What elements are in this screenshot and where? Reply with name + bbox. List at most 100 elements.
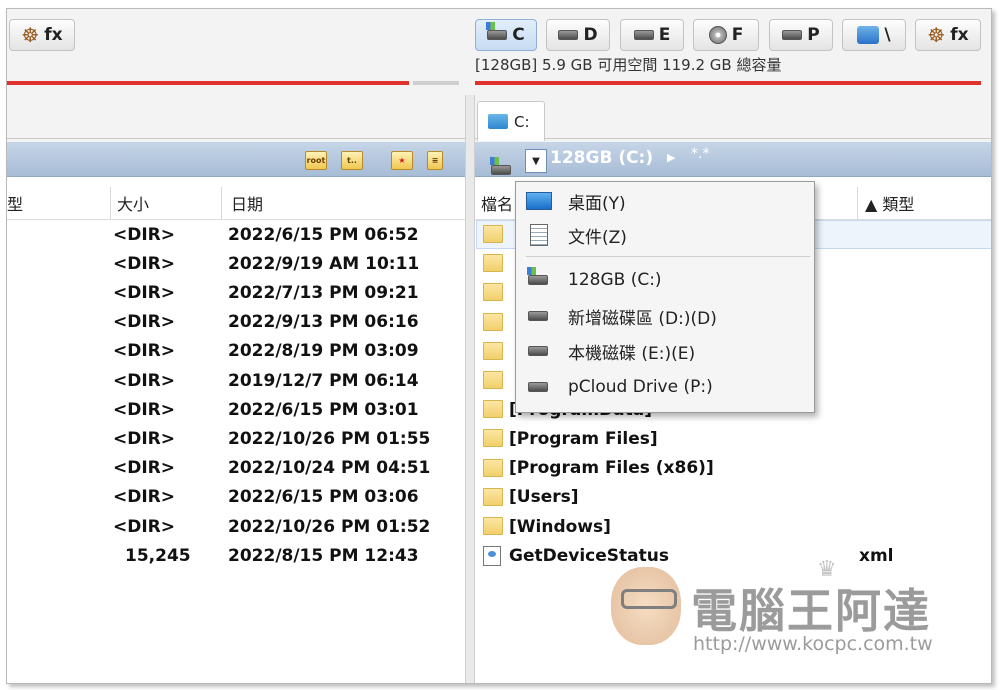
drive-icon	[558, 30, 579, 40]
current-path[interactable]: 128GB (C:)	[550, 148, 653, 168]
drive-dropdown-button[interactable]: ▼	[525, 149, 547, 173]
folder-icon	[483, 371, 503, 389]
tab-c-drive[interactable]: C:	[477, 101, 545, 141]
folder-icon	[483, 517, 503, 535]
menu-item-drive-d[interactable]: 新增磁碟區 (D:)(D)	[516, 300, 814, 332]
row-size: <DIR>	[113, 312, 176, 333]
drive-button-e[interactable]: E	[620, 19, 684, 51]
right-col-name[interactable]: 檔名	[481, 187, 513, 219]
table-row[interactable]: [Program Files (x86)]	[481, 454, 987, 483]
row-size: <DIR>	[113, 399, 176, 420]
table-row[interactable]: [Windows]	[481, 512, 987, 541]
panel-splitter[interactable]	[465, 95, 475, 683]
left-fx-button[interactable]: ☸ fx	[9, 19, 75, 51]
row-date: 2022/10/24 PM 04:51	[228, 458, 431, 479]
left-col-size[interactable]: 大小	[117, 187, 149, 219]
table-row[interactable]: [Program Files]	[481, 424, 987, 453]
watermark-title: 電腦王阿達	[691, 584, 931, 638]
drive-c-label: C	[512, 25, 525, 45]
table-row[interactable]: <DIR> 2022/9/19 AM 10:11	[7, 249, 465, 278]
drive-icon	[528, 311, 548, 321]
row-date: 2022/10/26 PM 01:55	[228, 428, 431, 449]
row-name: [Program Files (x86)]	[509, 458, 714, 479]
row-size: <DIR>	[113, 487, 176, 508]
left-fx-label: fx	[44, 25, 63, 45]
col-separator[interactable]	[221, 187, 222, 219]
row-date: 2022/6/15 PM 03:06	[228, 487, 419, 508]
left-col-date[interactable]: 日期	[231, 187, 263, 219]
root-icon[interactable]: root	[305, 151, 327, 170]
right-col-type[interactable]: ▲ 類型	[865, 187, 914, 219]
menu-item-desktop[interactable]: 桌面(Y)	[516, 185, 814, 217]
row-name: [Windows]	[509, 516, 611, 537]
row-date: 2022/10/26 PM 01:52	[228, 516, 431, 537]
drive-button-d[interactable]: D	[546, 19, 610, 51]
drive-icon	[528, 382, 548, 392]
folder-icon	[483, 487, 503, 506]
col-separator[interactable]	[110, 187, 111, 219]
left-col-type[interactable]: 型	[7, 187, 23, 219]
left-usage-bar	[7, 81, 409, 85]
table-row[interactable]: <DIR> 2022/9/13 PM 06:16	[7, 308, 465, 337]
table-row[interactable]: <DIR> 2019/12/7 PM 06:14	[7, 366, 465, 395]
wheel-icon: ☸	[21, 23, 40, 47]
row-date: 2022/7/13 PM 09:21	[228, 282, 419, 303]
table-row[interactable]: [Users]	[481, 483, 987, 512]
table-row[interactable]: <DIR> 2022/10/26 PM 01:55	[7, 424, 465, 453]
menu-item-label: 文件(Z)	[568, 227, 627, 248]
row-size: <DIR>	[113, 341, 176, 362]
right-tab-strip	[475, 95, 991, 139]
tab-c-label: C:	[514, 112, 530, 131]
right-usage-bar	[475, 81, 981, 85]
table-row[interactable]: <DIR> 2022/7/13 PM 09:21	[7, 278, 465, 307]
row-size: <DIR>	[113, 282, 176, 303]
folder-icon	[483, 283, 503, 302]
col-separator[interactable]	[857, 187, 858, 219]
table-row[interactable]: <DIR> 2022/6/15 PM 03:06	[7, 483, 465, 512]
menu-item-drive-p[interactable]: pCloud Drive (P:)	[516, 371, 814, 403]
row-type: xml	[859, 545, 894, 566]
xml-file-icon	[483, 546, 501, 567]
table-row[interactable]: 15,245 2022/8/15 PM 12:43	[7, 541, 465, 570]
row-date: 2022/8/15 PM 12:43	[228, 545, 419, 566]
row-size: <DIR>	[113, 370, 176, 391]
path-arrow-icon[interactable]: ▶	[667, 151, 675, 164]
menu-item-label: 本機磁碟 (E:)(E)	[568, 343, 696, 364]
folder-icon	[483, 429, 503, 448]
table-row[interactable]: <DIR> 2022/6/15 PM 06:52	[7, 220, 465, 249]
menu-item-documents[interactable]: 文件(Z)	[516, 219, 814, 251]
drive-icon	[782, 30, 803, 40]
drive-f-label: F	[731, 25, 744, 45]
row-size: <DIR>	[113, 458, 176, 479]
row-size: <DIR>	[113, 516, 176, 537]
table-row[interactable]: <DIR> 2022/10/24 PM 04:51	[7, 454, 465, 483]
watermark-mascot-icon	[611, 567, 681, 645]
drive-p-label: P	[807, 25, 820, 45]
table-row[interactable]: <DIR> 2022/8/19 PM 03:09	[7, 337, 465, 366]
menu-item-drive-c[interactable]: 128GB (C:)	[516, 264, 814, 296]
left-tab-strip	[7, 95, 465, 139]
folder-icon	[488, 114, 508, 129]
table-row[interactable]: <DIR> 2022/6/15 PM 03:01	[7, 395, 465, 424]
parent-filter[interactable]: *.*	[691, 146, 709, 162]
folder-icon	[483, 254, 503, 273]
right-fx-button[interactable]: ☸ fx	[915, 19, 981, 51]
drive-button-p[interactable]: P	[769, 19, 833, 51]
up-icon[interactable]: t..	[341, 151, 363, 170]
row-name: GetDeviceStatus	[509, 545, 669, 566]
row-date: 2022/8/19 PM 03:09	[228, 341, 419, 362]
desktop-icon	[526, 192, 552, 210]
menu-item-label: 128GB (C:)	[568, 270, 662, 290]
watermark-url: http://www.kocpc.com.tw	[693, 633, 933, 655]
drive-button-root[interactable]: \	[842, 19, 906, 51]
list-icon[interactable]: ≡	[427, 151, 443, 170]
drive-button-c[interactable]: C	[475, 19, 537, 51]
folder-icon	[483, 458, 503, 477]
network-icon	[857, 26, 880, 44]
star-icon[interactable]: ★	[391, 151, 413, 170]
right-fx-label: fx	[950, 25, 969, 45]
menu-item-drive-e[interactable]: 本機磁碟 (E:)(E)	[516, 335, 814, 367]
drive-button-f[interactable]: F	[693, 19, 759, 51]
table-row[interactable]: <DIR> 2022/10/26 PM 01:52	[7, 512, 465, 541]
table-row[interactable]: GetDeviceStatus xml	[481, 541, 987, 570]
